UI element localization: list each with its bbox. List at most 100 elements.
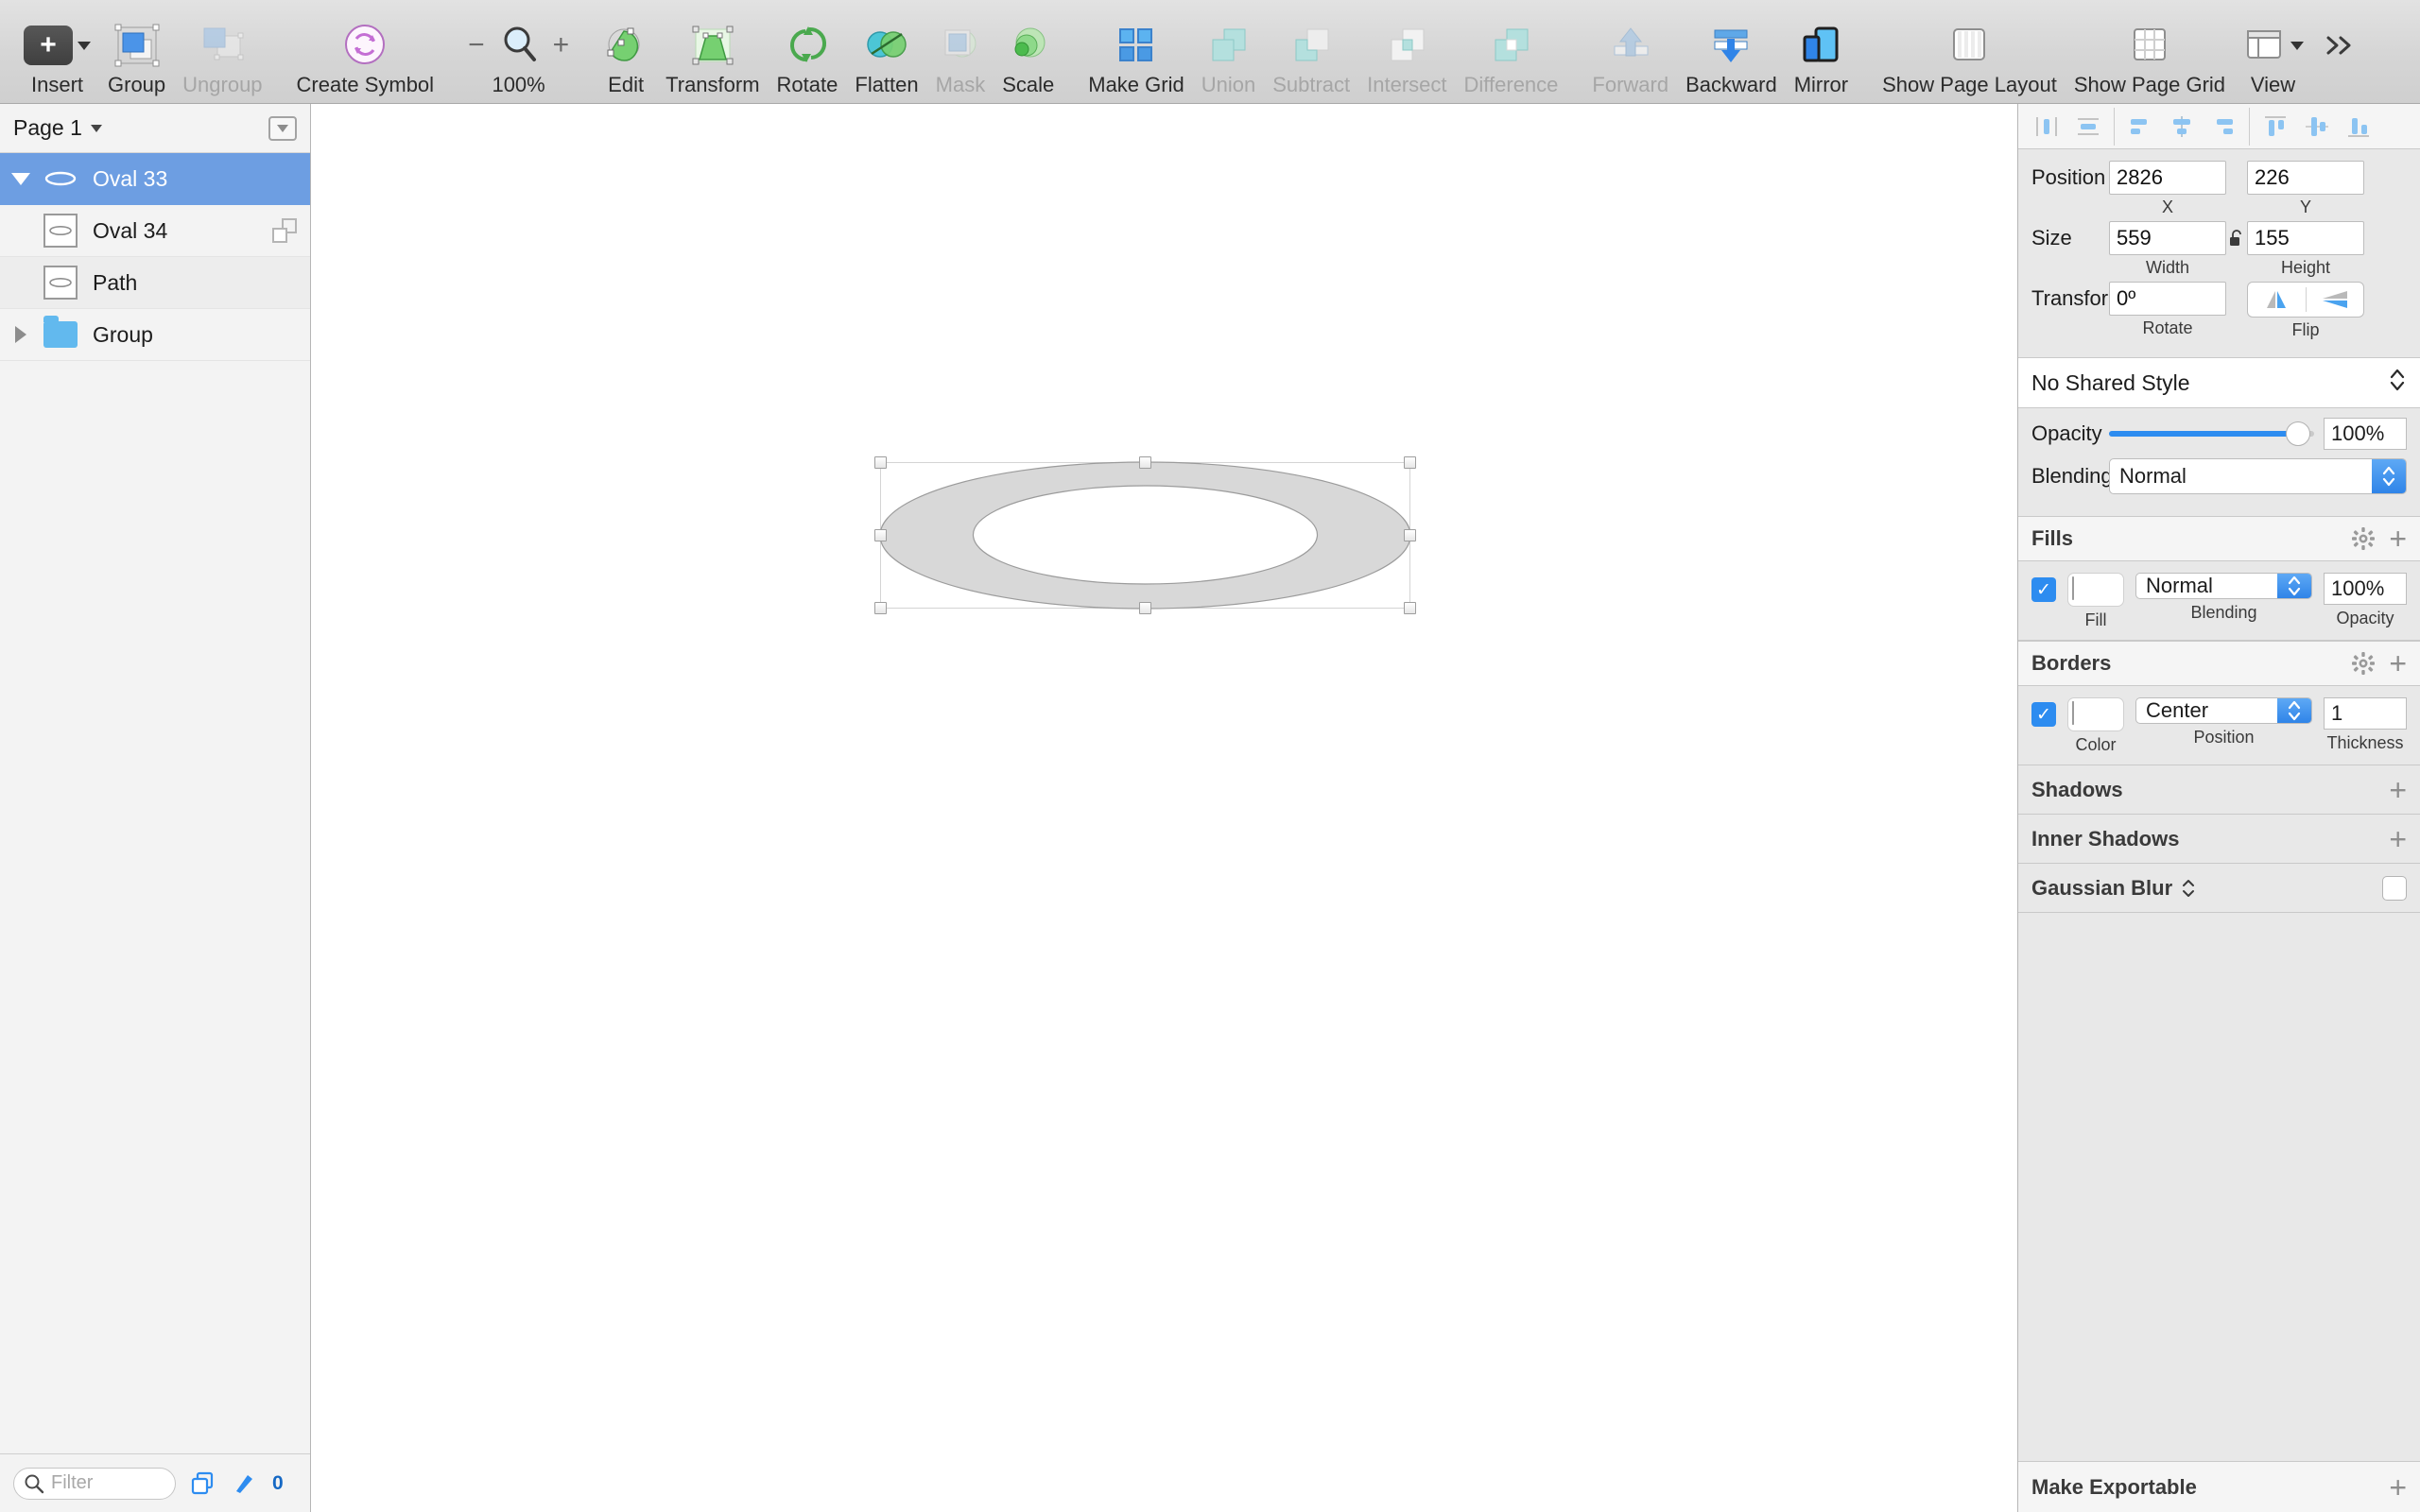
- toolbar-forward[interactable]: Forward: [1583, 16, 1677, 97]
- toolbar-group[interactable]: Group: [99, 16, 174, 97]
- toolbar-edit[interactable]: Edit: [595, 16, 657, 97]
- geometry-section: Position 2826 X 226 Y Size 559 Width 155…: [2018, 149, 2420, 357]
- resize-handle-top-left[interactable]: [874, 456, 887, 469]
- resize-handle-bottom-center[interactable]: [1139, 602, 1151, 614]
- distribute-left-icon[interactable]: [2119, 109, 2161, 145]
- toolbar-union[interactable]: Union: [1193, 16, 1264, 97]
- opacity-slider-knob[interactable]: [2285, 421, 2310, 446]
- fill-opacity-input[interactable]: 100%: [2324, 573, 2407, 605]
- toolbar-make-grid[interactable]: Make Grid: [1080, 16, 1192, 97]
- blur-type-chevron-icon[interactable]: [2181, 878, 2196, 899]
- toolbar-forward-label: Forward: [1592, 73, 1669, 96]
- layer-name: Oval 33: [93, 165, 168, 191]
- toolbar-ungroup[interactable]: Ungroup: [174, 16, 270, 97]
- resize-handle-middle-left[interactable]: [874, 529, 887, 541]
- position-y-input[interactable]: 226: [2247, 161, 2364, 195]
- layer-row-path[interactable]: Path: [0, 257, 310, 309]
- canvas-area[interactable]: [311, 104, 2017, 1512]
- width-input[interactable]: 559: [2109, 221, 2226, 255]
- border-color-swatch[interactable]: [2067, 697, 2124, 731]
- toolbar-create-symbol[interactable]: Create Symbol: [288, 16, 443, 97]
- opacity-slider[interactable]: [2109, 421, 2314, 446]
- duplicate-layers-icon[interactable]: [189, 1469, 217, 1498]
- fill-blending-select[interactable]: Normal: [2135, 573, 2312, 599]
- page-selector-bar[interactable]: Page 1: [0, 104, 310, 153]
- oval-thumbnail-icon: [42, 266, 79, 300]
- resize-handle-bottom-right[interactable]: [1404, 602, 1416, 614]
- border-position-select[interactable]: Center: [2135, 697, 2312, 724]
- align-left-icon[interactable]: [2026, 109, 2067, 145]
- align-bottom-icon[interactable]: [2338, 109, 2379, 145]
- align-center-horizontal-icon[interactable]: [2067, 109, 2109, 145]
- toolbar-flatten[interactable]: Flatten: [846, 16, 926, 97]
- toolbar-difference[interactable]: Difference: [1456, 16, 1567, 97]
- gear-icon[interactable]: [2351, 526, 2376, 551]
- align-middle-icon[interactable]: [2296, 109, 2338, 145]
- toolbar-show-page-layout[interactable]: Show Page Layout: [1874, 16, 2066, 97]
- toolbar-mask[interactable]: Mask: [927, 16, 994, 97]
- gaussian-blur-checkbox[interactable]: [2382, 875, 2407, 901]
- disclosure-triangle-icon[interactable]: [0, 326, 42, 343]
- position-x-input[interactable]: 2826: [2109, 161, 2226, 195]
- height-input[interactable]: 155: [2247, 221, 2364, 255]
- toolbar-insert[interactable]: + Insert: [15, 16, 99, 97]
- add-border-button[interactable]: +: [2389, 648, 2407, 679]
- toolbar-scale[interactable]: Scale: [994, 16, 1063, 97]
- updown-chevron-icon: [2388, 367, 2407, 399]
- resize-handle-middle-right[interactable]: [1404, 529, 1416, 541]
- zoom-out-icon[interactable]: −: [468, 31, 485, 60]
- toolbar-backward[interactable]: Backward: [1677, 16, 1786, 97]
- oval-ring-shape[interactable]: [874, 456, 1416, 614]
- gear-icon[interactable]: [2351, 651, 2376, 676]
- opacity-input[interactable]: 100%: [2324, 418, 2407, 450]
- stepper-arrows-icon[interactable]: [2372, 459, 2406, 493]
- layer-row-oval-34[interactable]: Oval 34: [0, 205, 310, 257]
- border-thickness-input[interactable]: 1: [2324, 697, 2407, 730]
- resize-handle-top-right[interactable]: [1404, 456, 1416, 469]
- filter-input[interactable]: Filter: [13, 1467, 176, 1500]
- fill-color-swatch[interactable]: [2067, 573, 2124, 607]
- blending-value: Normal: [2119, 464, 2187, 488]
- layer-list: Oval 33 Oval 34 Path Group: [0, 153, 310, 1453]
- toolbar-mirror[interactable]: Mirror: [1786, 16, 1857, 97]
- flip-horizontal-button[interactable]: [2248, 288, 2306, 311]
- toolbar-transform-label: Transform: [666, 73, 760, 96]
- align-top-icon[interactable]: [2255, 109, 2296, 145]
- toolbar-subtract[interactable]: Subtract: [1264, 16, 1358, 97]
- blending-label: Blending: [2031, 464, 2113, 488]
- rotate-input[interactable]: 0º: [2109, 282, 2226, 316]
- unlocked-padlock-icon[interactable]: [2226, 221, 2247, 255]
- toolbar-intersect[interactable]: Intersect: [1358, 16, 1455, 97]
- add-shadow-button[interactable]: +: [2389, 775, 2407, 805]
- distribute-center-icon[interactable]: [2161, 109, 2203, 145]
- slice-tool-icon[interactable]: [231, 1469, 259, 1498]
- add-export-button[interactable]: +: [2389, 1472, 2407, 1503]
- toolbar-show-page-grid[interactable]: Show Page Grid: [2066, 16, 2234, 97]
- fill-enabled-checkbox[interactable]: ✓: [2031, 577, 2056, 602]
- toolbar-zoom[interactable]: − + 100%: [459, 16, 578, 97]
- blending-select[interactable]: Normal: [2109, 458, 2407, 494]
- border-enabled-checkbox[interactable]: ✓: [2031, 702, 2056, 727]
- stepper-arrows-icon[interactable]: [2277, 574, 2311, 598]
- toolbar-view[interactable]: View: [2234, 16, 2312, 97]
- shared-style-selector[interactable]: No Shared Style: [2018, 357, 2420, 408]
- flip-vertical-button[interactable]: [2307, 288, 2364, 311]
- toolbar-transform[interactable]: Transform: [657, 16, 768, 97]
- add-inner-shadow-button[interactable]: +: [2389, 824, 2407, 854]
- toolbar-overflow[interactable]: .: [2312, 16, 2367, 97]
- layer-row-oval-33[interactable]: Oval 33: [0, 153, 310, 205]
- chevron-down-icon: [90, 124, 102, 132]
- toolbar-rotate[interactable]: Rotate: [769, 16, 847, 97]
- stepper-arrows-icon[interactable]: [2277, 698, 2311, 723]
- add-fill-button[interactable]: +: [2389, 524, 2407, 554]
- selected-shape-group[interactable]: [874, 456, 1416, 614]
- disclosure-triangle-icon[interactable]: [0, 172, 42, 185]
- shadows-section-header: Shadows +: [2018, 765, 2420, 815]
- resize-handle-bottom-left[interactable]: [874, 602, 887, 614]
- distribute-right-icon[interactable]: [2203, 109, 2244, 145]
- layer-row-group[interactable]: Group: [0, 309, 310, 361]
- duplicate-icon[interactable]: [272, 218, 297, 243]
- page-list-menu-button[interactable]: [268, 115, 297, 141]
- resize-handle-top-center[interactable]: [1139, 456, 1151, 469]
- zoom-in-icon[interactable]: +: [553, 31, 570, 60]
